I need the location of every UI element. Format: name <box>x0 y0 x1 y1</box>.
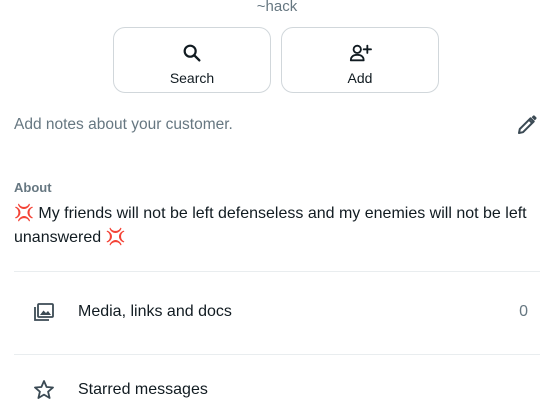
pencil-icon[interactable] <box>515 113 539 137</box>
add-button[interactable]: Add <box>281 27 439 93</box>
media-folder-icon <box>32 300 56 324</box>
search-icon <box>114 42 270 64</box>
media-links-docs-row[interactable]: Media, links and docs 0 <box>14 284 540 340</box>
notes-field[interactable]: Add notes about your customer. <box>14 115 233 135</box>
about-text: 💢 My friends will not be left defenseles… <box>14 205 527 246</box>
divider <box>14 271 540 272</box>
contact-info-panel: ~hack Search Add Add notes about your cu… <box>0 0 554 400</box>
media-links-docs-label: Media, links and docs <box>78 303 232 320</box>
add-button-label: Add <box>347 70 373 86</box>
divider <box>14 354 540 355</box>
contact-username: ~hack <box>256 0 298 15</box>
search-button[interactable]: Search <box>113 27 271 93</box>
search-button-label: Search <box>169 70 215 86</box>
star-icon <box>32 378 56 400</box>
media-count: 0 <box>519 303 528 320</box>
starred-messages-label: Starred messages <box>78 381 208 398</box>
starred-messages-row[interactable]: Starred messages <box>14 362 540 400</box>
add-person-icon <box>282 42 438 64</box>
about-heading: About <box>14 180 52 195</box>
